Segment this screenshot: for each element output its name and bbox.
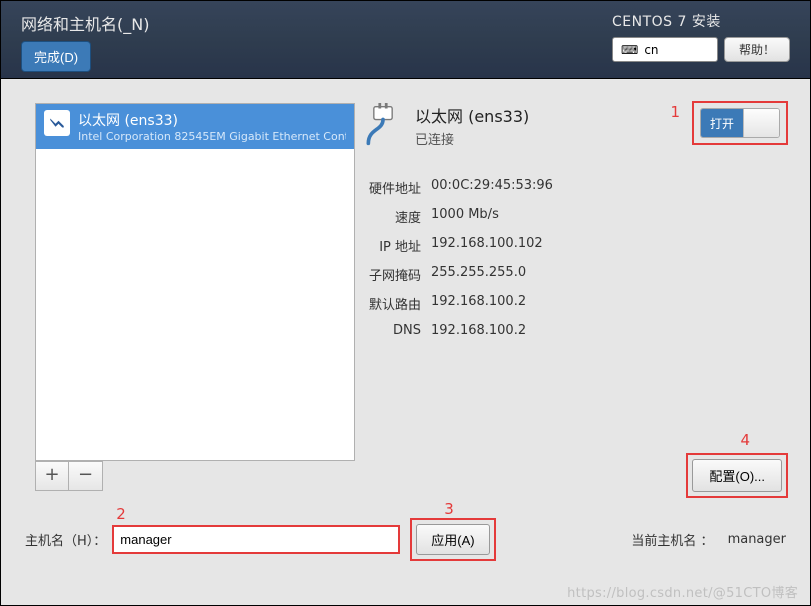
keyboard-icon: ⌨ — [621, 43, 638, 57]
configure-button[interactable]: 配置(O)... — [692, 459, 782, 492]
enable-toggle[interactable]: 打开 — [700, 108, 780, 138]
watermark: https://blog.csdn.net/@51CTO博客 — [567, 582, 798, 601]
toggle-on-label: 打开 — [701, 109, 743, 137]
hostname-input[interactable] — [112, 525, 400, 554]
interface-name: 以太网 (ens33) — [78, 110, 346, 130]
header-bar: 网络和主机名(_N) 完成(D) CENTOS 7 安装 ⌨ cn 帮助！ — [1, 1, 810, 79]
annotation-4: 4 — [740, 431, 750, 449]
hostname-label: 主机名（H）： — [25, 530, 106, 549]
prop-hwaddr: 硬件地址 00:0C:29:45:53:96 — [361, 178, 786, 197]
done-button[interactable]: 完成(D) — [21, 41, 91, 72]
annotation-box-4: 配置(O)... — [686, 453, 788, 498]
detail-status: 已连接 — [415, 129, 529, 148]
detail-title: 以太网 (ens33) — [415, 103, 529, 127]
keyboard-layout-indicator[interactable]: ⌨ cn — [612, 37, 718, 62]
prop-netmask: 子网掩码 255.255.255.0 — [361, 265, 786, 284]
plug-icon — [361, 103, 405, 147]
interface-desc: Intel Corporation 82545EM Gigabit Ethern… — [78, 130, 346, 143]
toggle-knob — [743, 109, 779, 137]
keyboard-layout-label: cn — [644, 43, 658, 57]
current-hostname-label: 当前主机名 ： — [631, 530, 713, 549]
prop-speed: 速度 1000 Mb/s — [361, 207, 786, 226]
interface-list[interactable]: 以太网 (ens33) Intel Corporation 82545EM Gi… — [35, 103, 355, 461]
annotation-1: 1 — [670, 103, 680, 121]
add-interface-button[interactable]: + — [35, 461, 69, 491]
remove-interface-button[interactable]: − — [69, 461, 103, 491]
prop-ip: IP 地址 192.168.100.102 — [361, 236, 786, 255]
ethernet-icon — [44, 110, 70, 136]
install-title: CENTOS 7 安装 — [612, 11, 790, 31]
interface-item-ens33[interactable]: 以太网 (ens33) Intel Corporation 82545EM Gi… — [36, 104, 354, 149]
detail-properties: 硬件地址 00:0C:29:45:53:96 速度 1000 Mb/s IP 地… — [361, 178, 786, 338]
annotation-box-3: 3 应用(A) — [410, 518, 495, 561]
help-button[interactable]: 帮助！ — [724, 37, 790, 62]
annotation-3: 3 — [444, 500, 454, 518]
annotation-box-1: 打开 — [692, 101, 788, 145]
body-area: 以太网 (ens33) Intel Corporation 82545EM Gi… — [1, 79, 810, 605]
annotation-2: 2 — [116, 505, 126, 523]
prop-dns: DNS 192.168.100.2 — [361, 323, 786, 338]
current-hostname-value: manager — [728, 532, 786, 547]
apply-hostname-button[interactable]: 应用(A) — [416, 524, 489, 555]
prop-gateway: 默认路由 192.168.100.2 — [361, 294, 786, 313]
